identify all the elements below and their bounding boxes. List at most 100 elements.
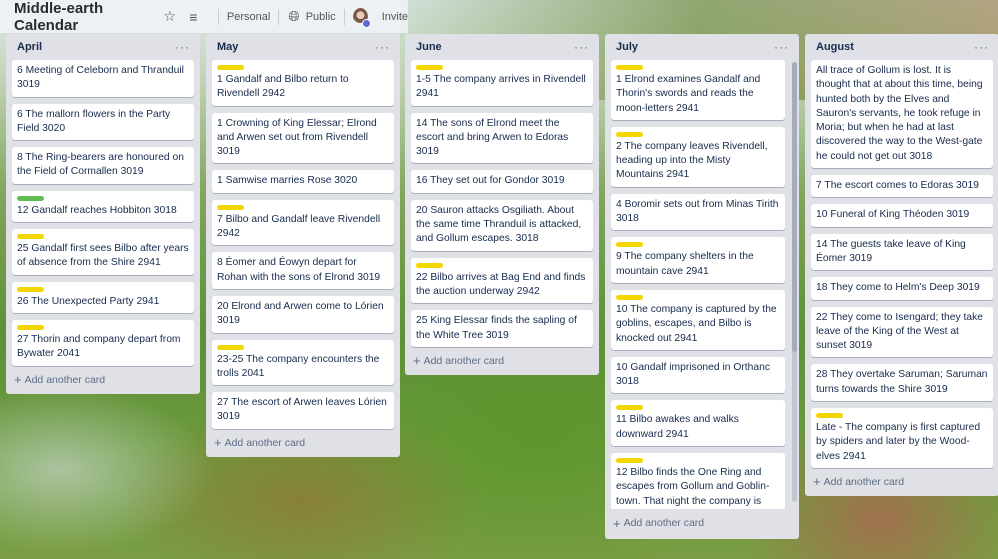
hamburger-icon[interactable]: ≡: [187, 9, 201, 25]
card[interactable]: 18 They come to Helm's Deep 3019: [811, 277, 993, 300]
card[interactable]: 22 Bilbo arrives at Bag End and finds th…: [411, 257, 593, 304]
list-header: May ···: [212, 34, 394, 60]
card[interactable]: 1 Samwise marries Rose 3020: [212, 170, 394, 193]
card[interactable]: 6 The mallorn flowers in the Party Field…: [12, 103, 194, 141]
card-label-yellow[interactable]: [816, 413, 843, 419]
card-label-yellow[interactable]: [17, 324, 44, 330]
card-title: 26 The Unexpected Party 2941: [17, 295, 160, 307]
board-title[interactable]: Middle-earth Calendar: [14, 0, 147, 34]
card-title: 4 Boromir sets out from Minas Tirith 301…: [616, 198, 779, 225]
plus-icon: +: [214, 435, 222, 451]
card[interactable]: 26 The Unexpected Party 2941: [12, 281, 194, 313]
card[interactable]: 9 The company shelters in the mountain c…: [611, 237, 785, 283]
card[interactable]: 25 King Elessar finds the sapling of the…: [411, 310, 593, 347]
card-title: 9 The company shelters in the mountain c…: [616, 251, 754, 277]
card-list: 1-5 The company arrives in Rivendell 294…: [411, 60, 593, 347]
list-menu-icon[interactable]: ···: [774, 40, 789, 54]
card-label-yellow[interactable]: [416, 65, 443, 70]
list-menu-icon[interactable]: ···: [974, 40, 989, 54]
card[interactable]: 1 Gandalf and Bilbo return to Rivendell …: [212, 60, 394, 106]
avatar[interactable]: [352, 7, 371, 28]
card-title: 10 The company is captured by the goblin…: [616, 303, 777, 344]
card[interactable]: 14 The guests take leave of King Éomer 3…: [811, 233, 993, 271]
card-title: 10 Gandalf imprisoned in Orthanc 3018: [616, 361, 770, 388]
card-label-yellow[interactable]: [17, 286, 44, 292]
card-label-yellow[interactable]: [17, 234, 44, 240]
card-title: 2 The company leaves Rivendell, heading …: [616, 140, 768, 181]
globe-icon: 🌐︎: [288, 8, 300, 24]
card-label-yellow[interactable]: [616, 131, 643, 137]
card[interactable]: 28 They overtake Saruman; Saruman turns …: [811, 364, 993, 402]
list-title[interactable]: June: [416, 41, 442, 53]
card[interactable]: 10 The company is captured by the goblin…: [611, 289, 785, 350]
card[interactable]: 16 They set out for Gondor 3019: [411, 170, 593, 193]
card[interactable]: Late - The company is first captured by …: [811, 408, 993, 468]
list-menu-icon[interactable]: ···: [375, 40, 390, 54]
add-card-button[interactable]: + Add another card: [411, 347, 593, 375]
star-icon[interactable]: ☆: [163, 8, 177, 25]
card[interactable]: 25 Gandalf first sees Bilbo after years …: [12, 229, 194, 275]
add-card-label: Add another card: [24, 373, 106, 386]
card-title: 12 Gandalf reaches Hobbiton 3018: [17, 204, 177, 216]
card-title: 22 Bilbo arrives at Bag End and finds th…: [416, 271, 586, 297]
card[interactable]: 11 Bilbo awakes and walks downward 2941: [611, 400, 785, 447]
card-label-yellow[interactable]: [616, 242, 643, 248]
card[interactable]: 12 Bilbo finds the One Ring and escapes …: [611, 453, 785, 509]
card[interactable]: 7 Bilbo and Gandalf leave Rivendell 2942: [212, 199, 394, 246]
card-title: 1-5 The company arrives in Rivendell 294…: [416, 74, 586, 100]
card[interactable]: 8 Éomer and Éowyn depart for Rohan with …: [212, 252, 394, 289]
card-label-yellow[interactable]: [616, 405, 643, 411]
card[interactable]: 2 The company leaves Rivendell, heading …: [611, 126, 785, 187]
list-menu-icon[interactable]: ···: [574, 40, 589, 54]
card[interactable]: 20 Sauron attacks Osgiliath. About the s…: [411, 199, 593, 251]
card-label-green[interactable]: [17, 195, 44, 201]
add-card-button[interactable]: + Add another card: [611, 509, 793, 537]
list-scrollbar[interactable]: [792, 62, 797, 502]
card[interactable]: 4 Boromir sets out from Minas Tirith 301…: [611, 193, 785, 231]
list-april: April ··· 6 Meeting of Celeborn and Thrand…: [6, 34, 200, 394]
card[interactable]: 10 Funeral of King Théoden 3019: [811, 204, 993, 227]
card-label-yellow[interactable]: [616, 65, 643, 70]
list-menu-icon[interactable]: ···: [175, 40, 190, 54]
card-title: 28 They overtake Saruman; Saruman turns …: [816, 369, 988, 395]
card[interactable]: 20 Elrond and Arwen come to Lórien 3019: [212, 295, 394, 333]
card[interactable]: 8 The Ring-bearers are honoured on the F…: [12, 147, 194, 184]
card-title: 25 Gandalf first sees Bilbo after years …: [17, 243, 189, 269]
card-list: 1 Elrond examines Gandalf and Thorin's s…: [611, 60, 785, 509]
divider: [218, 8, 219, 25]
team-visibility-button[interactable]: Personal: [227, 11, 270, 23]
scrollbar-thumb[interactable]: [792, 62, 797, 352]
card-label-yellow[interactable]: [416, 262, 443, 268]
card[interactable]: 1 Crowning of King Elessar; Elrond and A…: [212, 112, 394, 164]
add-card-button[interactable]: + Add another card: [12, 366, 194, 394]
card-title: 14 The guests take leave of King Éomer 3…: [816, 238, 966, 264]
card-title: 20 Sauron attacks Osgiliath. About the s…: [416, 204, 582, 245]
add-card-button[interactable]: + Add another card: [811, 468, 993, 496]
card[interactable]: 10 Gandalf imprisoned in Orthanc 3018: [611, 356, 785, 394]
card-title: All trace of Gollum is lost. It is thoug…: [816, 65, 983, 162]
card-label-yellow[interactable]: [217, 65, 244, 70]
list-title[interactable]: August: [816, 41, 854, 53]
card[interactable]: 7 The escort comes to Edoras 3019: [811, 175, 993, 198]
card-label-yellow[interactable]: [217, 204, 244, 210]
card[interactable]: 27 Thorin and company depart from Bywate…: [12, 319, 194, 366]
list-title[interactable]: May: [217, 41, 238, 53]
list-title[interactable]: July: [616, 41, 638, 53]
list-june: June ··· 1-5 The company arrives in Rivend…: [405, 34, 599, 375]
card-label-yellow[interactable]: [616, 458, 643, 464]
list-title[interactable]: April: [17, 41, 42, 53]
card[interactable]: 1 Elrond examines Gandalf and Thorin's s…: [611, 60, 785, 120]
card[interactable]: 27 The escort of Arwen leaves Lórien 301…: [212, 392, 394, 429]
card[interactable]: 1-5 The company arrives in Rivendell 294…: [411, 60, 593, 106]
card-label-yellow[interactable]: [217, 344, 244, 350]
add-card-button[interactable]: + Add another card: [212, 429, 394, 457]
card[interactable]: 23-25 The company encounters the trolls …: [212, 339, 394, 386]
card[interactable]: 12 Gandalf reaches Hobbiton 3018: [12, 190, 194, 223]
card[interactable]: 6 Meeting of Celeborn and Thranduil 3019: [12, 60, 194, 97]
card-label-yellow[interactable]: [616, 294, 643, 300]
visibility-button[interactable]: Public: [306, 11, 336, 23]
card[interactable]: 22 They come to Isengard; they take leav…: [811, 306, 993, 358]
card[interactable]: All trace of Gollum is lost. It is thoug…: [811, 60, 993, 169]
card[interactable]: 14 The sons of Elrond meet the escort an…: [411, 112, 593, 164]
invite-button[interactable]: Invite: [382, 11, 408, 23]
